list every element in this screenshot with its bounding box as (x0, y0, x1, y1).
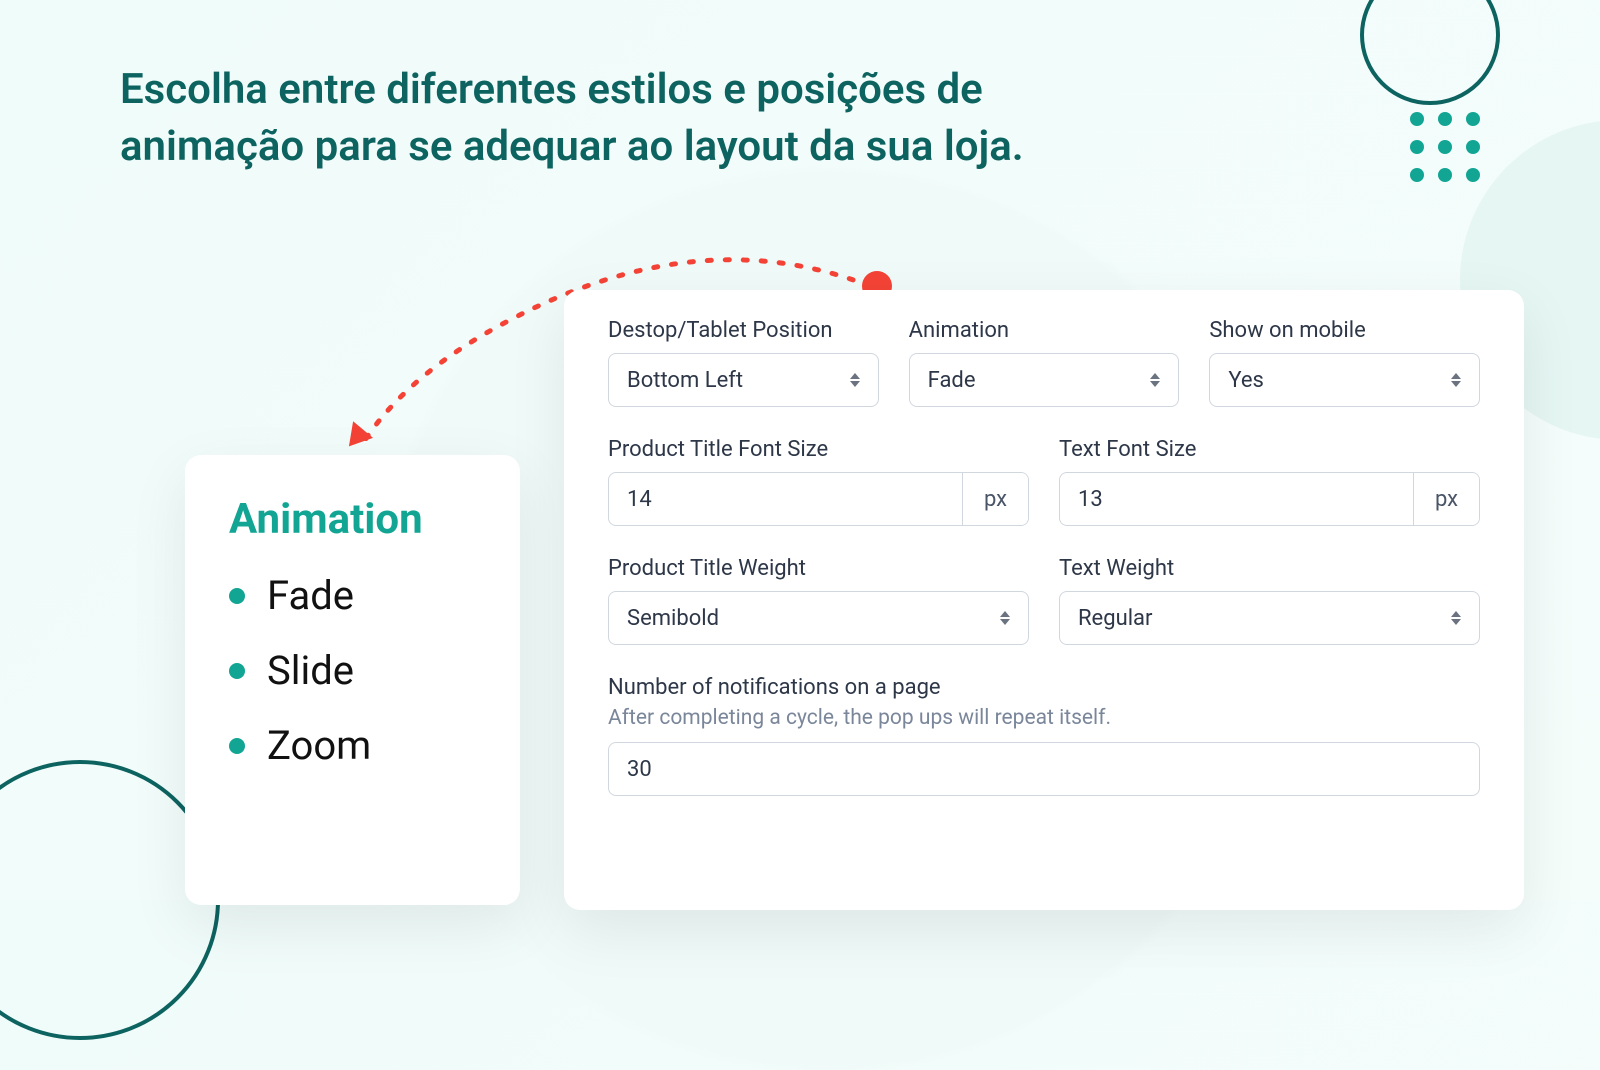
text-weight-field: Text Weight Regular (1059, 556, 1480, 645)
animation-field: Animation Fade (909, 318, 1180, 407)
animation-option-slide: Slide (229, 647, 476, 694)
settings-panel: Destop/Tablet Position Bottom Left Anima… (564, 290, 1524, 910)
stepper-icon (1451, 611, 1461, 625)
connector-arrowhead-icon (339, 421, 373, 455)
position-select[interactable]: Bottom Left (608, 353, 879, 407)
text-font-size-unit: px (1413, 473, 1479, 525)
page-headline: Escolha entre diferentes estilos e posiç… (120, 62, 1080, 175)
title-weight-value: Semibold (627, 606, 719, 631)
text-font-size-input[interactable] (1060, 473, 1413, 525)
text-font-size-field: Text Font Size px (1059, 437, 1480, 526)
show-mobile-select[interactable]: Yes (1209, 353, 1480, 407)
position-value: Bottom Left (627, 368, 743, 393)
title-font-size-input[interactable] (609, 473, 962, 525)
title-font-size-field: Product Title Font Size px (608, 437, 1029, 526)
title-weight-select[interactable]: Semibold (608, 591, 1029, 645)
notifications-count-field: Number of notifications on a page After … (608, 675, 1480, 796)
notifications-count-help: After completing a cycle, the pop ups wi… (608, 706, 1480, 730)
title-weight-field: Product Title Weight Semibold (608, 556, 1029, 645)
decorative-circle-top (1360, 0, 1500, 105)
show-mobile-label: Show on mobile (1209, 318, 1480, 343)
position-field: Destop/Tablet Position Bottom Left (608, 318, 879, 407)
title-font-size-label: Product Title Font Size (608, 437, 1029, 462)
animation-card-title: Animation (229, 495, 476, 544)
animation-option-zoom: Zoom (229, 722, 476, 769)
animation-options-card: Animation Fade Slide Zoom (185, 455, 520, 905)
animation-value: Fade (928, 368, 976, 393)
notifications-count-label: Number of notifications on a page (608, 675, 1480, 700)
stepper-icon (1451, 373, 1461, 387)
position-label: Destop/Tablet Position (608, 318, 879, 343)
text-weight-select[interactable]: Regular (1059, 591, 1480, 645)
animation-options-list: Fade Slide Zoom (229, 572, 476, 769)
animation-option-fade: Fade (229, 572, 476, 619)
decorative-dots-icon (1410, 112, 1480, 182)
animation-label: Animation (909, 318, 1180, 343)
text-weight-label: Text Weight (1059, 556, 1480, 581)
text-font-size-label: Text Font Size (1059, 437, 1480, 462)
stepper-icon (1150, 373, 1160, 387)
show-mobile-value: Yes (1228, 368, 1264, 393)
title-font-size-unit: px (962, 473, 1028, 525)
stepper-icon (850, 373, 860, 387)
show-mobile-field: Show on mobile Yes (1209, 318, 1480, 407)
stepper-icon (1000, 611, 1010, 625)
title-weight-label: Product Title Weight (608, 556, 1029, 581)
animation-select[interactable]: Fade (909, 353, 1180, 407)
text-weight-value: Regular (1078, 606, 1152, 631)
notifications-count-input[interactable] (608, 742, 1480, 796)
